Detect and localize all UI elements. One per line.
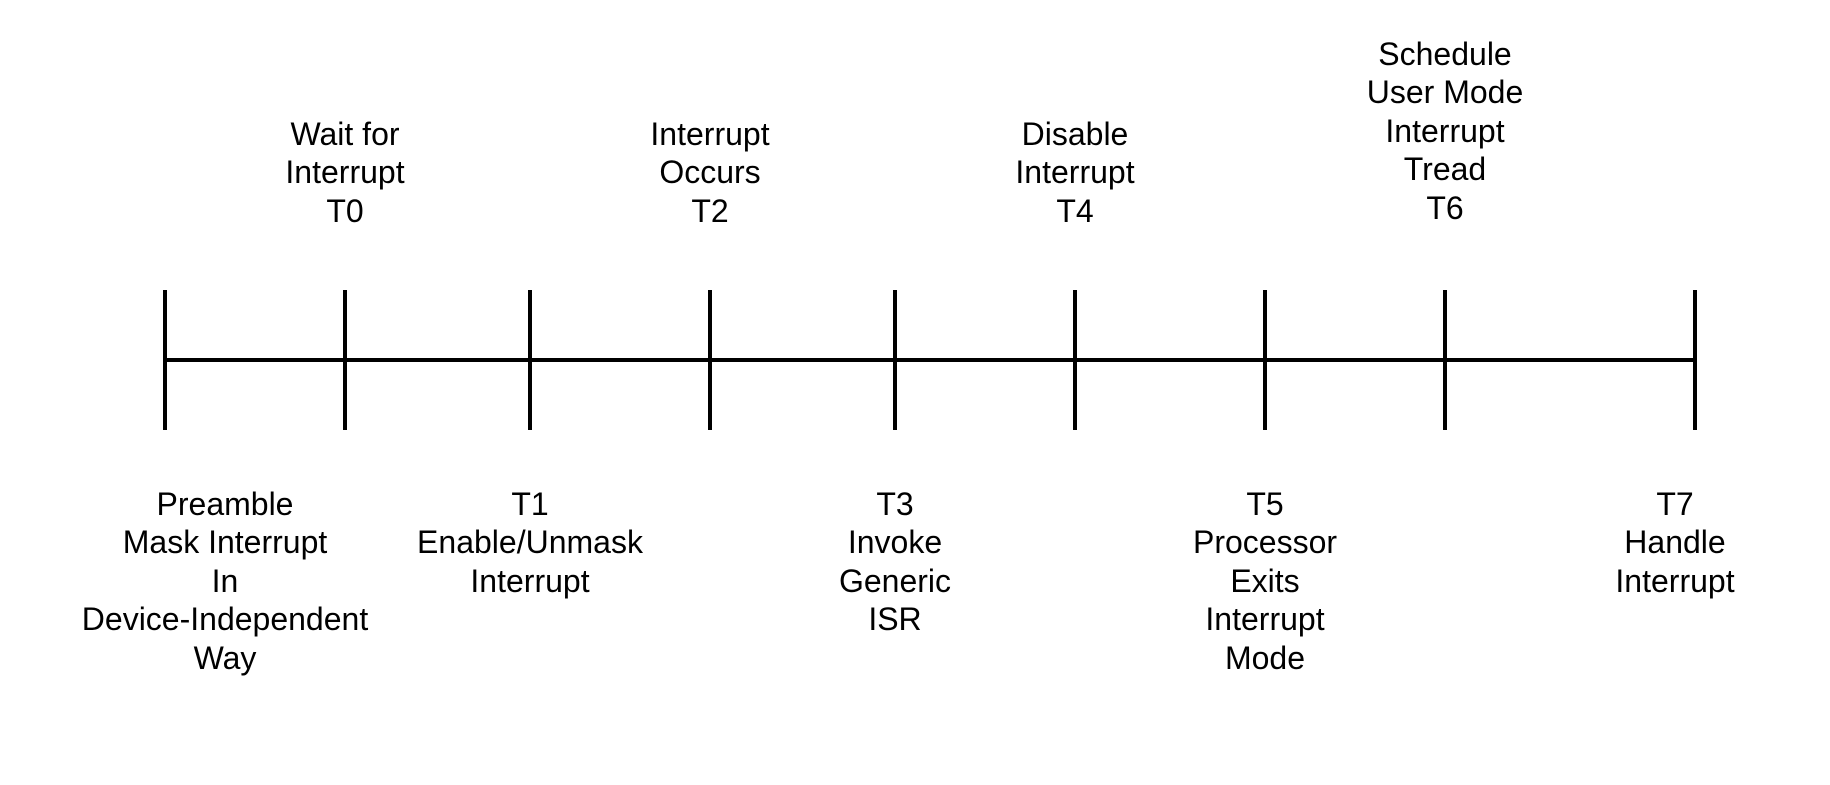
- tick-t4: [1073, 290, 1077, 430]
- label-t7-bottom: T7 Handle Interrupt: [1615, 485, 1734, 600]
- tick-t6: [1443, 290, 1447, 430]
- tick-t7: [1693, 290, 1697, 430]
- tick-t0: [343, 290, 347, 430]
- label-t6-top: Schedule User Mode Interrupt Tread T6: [1367, 35, 1524, 227]
- label-t0-top: Wait for Interrupt T0: [285, 115, 404, 230]
- label-t-start-bottom: Preamble Mask Interrupt In Device-Indepe…: [82, 485, 368, 677]
- label-t5-bottom: T5 Processor Exits Interrupt Mode: [1193, 485, 1337, 677]
- tick-t1: [528, 290, 532, 430]
- label-t3-bottom: T3 Invoke Generic ISR: [839, 485, 951, 639]
- label-t2-top: Interrupt Occurs T2: [650, 115, 769, 230]
- tick-t5: [1263, 290, 1267, 430]
- tick-t3: [893, 290, 897, 430]
- timeline-axis: [165, 358, 1695, 362]
- label-t4-top: Disable Interrupt T4: [1015, 115, 1134, 230]
- label-t1-bottom: T1 Enable/Unmask Interrupt: [417, 485, 643, 600]
- tick-t-start: [163, 290, 167, 430]
- tick-t2: [708, 290, 712, 430]
